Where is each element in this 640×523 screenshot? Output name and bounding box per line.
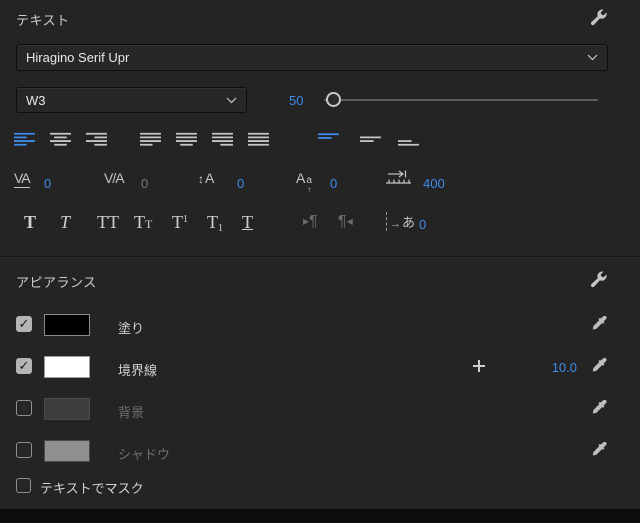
justify-last-center-icon	[176, 132, 198, 147]
justify-all-icon	[248, 132, 270, 147]
tracking-button[interactable]: V/A	[104, 170, 124, 186]
superscript-button[interactable]: T1	[172, 213, 188, 231]
mask-with-text-checkbox[interactable]	[16, 478, 31, 493]
baseline-shift-value[interactable]: 0	[330, 176, 337, 191]
text-section-title: テキスト	[16, 10, 70, 29]
kerning-value[interactable]: 0	[44, 176, 51, 191]
font-style-value: W3	[26, 93, 46, 108]
tab-width-button[interactable]	[386, 170, 412, 186]
all-caps-button[interactable]: TT	[97, 213, 119, 231]
align-left-button[interactable]	[14, 132, 36, 147]
small-caps-button[interactable]: TT	[134, 213, 152, 231]
character-spacing-icon: →あ	[386, 212, 415, 231]
stroke-color-swatch[interactable]	[44, 356, 90, 378]
paragraph-ltr-icon: ▶¶	[303, 213, 318, 231]
leading-button[interactable]: ↕A	[198, 170, 214, 186]
leading-icon: ↕A	[198, 170, 214, 186]
eyedropper-icon	[591, 441, 608, 458]
leading-value[interactable]: 0	[237, 176, 244, 191]
text-settings-wrench-button[interactable]	[588, 7, 608, 32]
wrench-icon	[588, 269, 608, 289]
justify-last-center-button[interactable]	[176, 132, 198, 147]
stroke-checkbox[interactable]	[16, 358, 32, 374]
background-eyedropper-button[interactable]	[591, 399, 608, 421]
character-spacing-value[interactable]: 0	[419, 217, 426, 232]
justify-last-right-icon	[212, 132, 234, 147]
appearance-section-title: アピアランス	[16, 272, 97, 291]
eyedropper-icon	[591, 315, 608, 332]
align-right-button[interactable]	[86, 132, 108, 147]
tab-width-value[interactable]: 400	[423, 176, 445, 191]
panel-bottom-edge	[0, 509, 640, 523]
background-checkbox[interactable]	[16, 400, 32, 416]
shadow-label: シャドウ	[118, 444, 170, 463]
faux-bold-button[interactable]: T	[24, 213, 36, 231]
align-center-icon	[50, 132, 72, 147]
font-size-value[interactable]: 50	[289, 93, 303, 108]
paragraph-direction-rtl-button[interactable]: ¶◀	[338, 213, 353, 231]
tab-width-icon	[386, 170, 412, 186]
vertical-align-center-icon	[360, 132, 382, 147]
fill-checkbox[interactable]	[16, 316, 32, 332]
paragraph-direction-ltr-button[interactable]: ▶¶	[303, 213, 318, 231]
shadow-checkbox[interactable]	[16, 442, 32, 458]
chevron-down-icon	[226, 97, 237, 104]
section-divider	[0, 256, 640, 258]
background-color-swatch[interactable]	[44, 398, 90, 420]
stroke-label: 境界線	[118, 360, 157, 379]
baseline-shift-icon: Aa↑	[296, 170, 312, 194]
wrench-icon	[588, 7, 608, 27]
subscript-button[interactable]: T1	[207, 213, 223, 234]
background-label: 背景	[118, 402, 144, 421]
paragraph-rtl-icon: ¶◀	[338, 213, 353, 231]
shadow-eyedropper-button[interactable]	[591, 441, 608, 463]
faux-bold-icon: T	[24, 213, 36, 231]
appearance-settings-wrench-button[interactable]	[588, 269, 608, 294]
font-family-select[interactable]: Hiragino Serif Upr	[16, 44, 608, 71]
vertical-align-bottom-icon	[398, 132, 420, 147]
underline-icon: T	[242, 213, 253, 231]
baseline-shift-button[interactable]: Aa↑	[296, 170, 312, 194]
mask-with-text-label: テキストでマスク	[40, 478, 144, 497]
shadow-color-swatch[interactable]	[44, 440, 90, 462]
justify-last-left-icon	[140, 132, 162, 147]
small-caps-icon: TT	[134, 213, 152, 231]
kerning-icon: VA	[14, 170, 30, 188]
all-caps-icon: TT	[97, 213, 119, 231]
tracking-icon: V/A	[104, 170, 124, 186]
font-size-slider-track[interactable]	[324, 99, 598, 101]
eyedropper-icon	[591, 399, 608, 416]
font-style-select[interactable]: W3	[16, 87, 247, 113]
tracking-value[interactable]: 0	[141, 176, 148, 191]
faux-italic-icon: T	[60, 213, 70, 231]
fill-eyedropper-button[interactable]	[591, 315, 608, 337]
character-spacing-button[interactable]: →あ	[386, 212, 415, 231]
kerning-button[interactable]: VA	[14, 170, 30, 188]
align-right-icon	[86, 132, 108, 147]
stroke-eyedropper-button[interactable]	[591, 357, 608, 379]
justify-last-left-button[interactable]	[140, 132, 162, 147]
text-properties-panel: テキスト Hiragino Serif Upr W3 50	[0, 0, 640, 523]
fill-label: 塗り	[118, 318, 144, 337]
vertical-align-bottom-button[interactable]	[398, 132, 420, 147]
fill-color-swatch[interactable]	[44, 314, 90, 336]
plus-icon	[471, 358, 487, 374]
font-family-value: Hiragino Serif Upr	[26, 50, 129, 65]
faux-italic-button[interactable]: T	[60, 213, 70, 231]
align-center-button[interactable]	[50, 132, 72, 147]
vertical-align-center-button[interactable]	[360, 132, 382, 147]
eyedropper-icon	[591, 357, 608, 374]
justify-last-right-button[interactable]	[212, 132, 234, 147]
vertical-align-top-button[interactable]	[318, 132, 340, 147]
add-stroke-button[interactable]	[471, 358, 487, 379]
font-size-slider-handle[interactable]	[326, 92, 341, 107]
chevron-down-icon	[587, 54, 598, 61]
align-left-icon	[14, 132, 36, 147]
stroke-width-value[interactable]: 10.0	[545, 360, 577, 375]
subscript-icon: T1	[207, 213, 223, 234]
underline-button[interactable]: T	[242, 213, 253, 231]
justify-all-button[interactable]	[248, 132, 270, 147]
superscript-icon: T1	[172, 213, 188, 231]
vertical-align-top-icon	[318, 132, 340, 147]
